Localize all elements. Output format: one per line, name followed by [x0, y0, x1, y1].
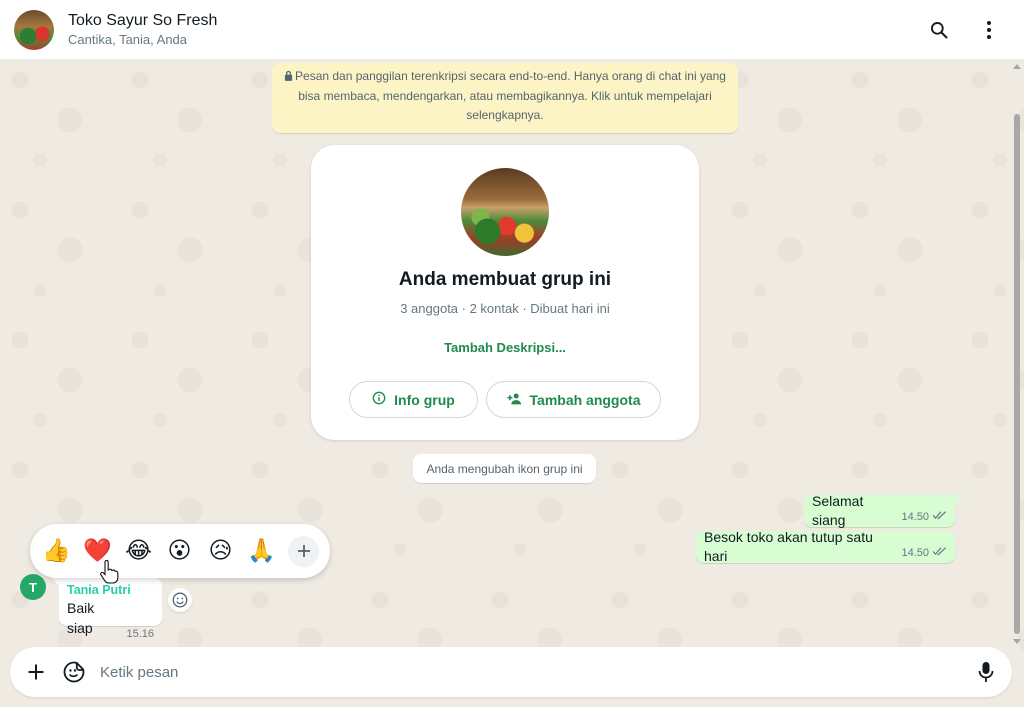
scrollbar[interactable]	[1012, 62, 1022, 646]
hand-cursor-icon	[98, 559, 120, 584]
more-reactions-button[interactable]	[288, 535, 319, 567]
search-icon[interactable]	[926, 17, 952, 43]
double-check-icon	[932, 546, 947, 559]
outgoing-message[interactable]: Besok toko akan tutup satu hari 14.50	[696, 529, 955, 564]
scroll-up-arrow-icon[interactable]	[1013, 64, 1021, 69]
card-title: Anda membuat grup ini	[398, 269, 612, 290]
incoming-message[interactable]: Tania Putri Baik siap 15.16	[52, 578, 162, 640]
group-members: Cantika, Tania, Anda	[68, 31, 188, 47]
group-photo[interactable]	[461, 168, 549, 256]
reaction-thumbs-up[interactable]: 👍	[40, 535, 73, 568]
attach-plus-icon[interactable]	[24, 660, 48, 684]
group-name[interactable]: Toko Sayur So Fresh	[68, 11, 217, 31]
message-meta: 14.50	[901, 546, 947, 559]
lock-icon	[284, 68, 293, 87]
plus-icon	[297, 545, 310, 557]
reaction-pray[interactable]: 🙏	[245, 535, 278, 568]
card-subtitle: 3 anggota · 2 kontak · Dibuat hari ini	[400, 301, 610, 316]
chat-header[interactable]: Toko Sayur So Fresh Cantika, Tania, Anda	[0, 0, 1024, 60]
message-time: 14.50	[901, 510, 929, 523]
message-row: Baik siap 15.16	[67, 598, 154, 640]
message-text: Besok toko akan tutup satu hari	[704, 529, 873, 564]
message-time: 15.16	[126, 628, 154, 640]
add-member-button[interactable]: Tambah anggota	[486, 381, 661, 418]
add-description-link[interactable]: Tambah Deskripsi...	[311, 340, 699, 355]
outgoing-message[interactable]: Selamat siang 14.50	[804, 493, 962, 528]
double-check-icon	[932, 510, 947, 523]
menu-dots-icon[interactable]	[976, 17, 1002, 43]
microphone-icon[interactable]	[974, 660, 998, 684]
sender-avatar[interactable]: T	[20, 574, 46, 600]
message-text: Baik siap	[67, 600, 95, 636]
message-time: 14.50	[901, 546, 929, 559]
info-icon	[372, 391, 386, 408]
add-person-icon	[506, 392, 522, 408]
message-input[interactable]	[100, 654, 974, 690]
header-actions	[926, 17, 1010, 43]
bubble-tail	[52, 578, 60, 587]
sender-name[interactable]: Tania Putri	[67, 582, 154, 598]
reaction-laughing[interactable]: 😂	[122, 535, 155, 568]
bubble-tail	[954, 495, 962, 504]
sticker-icon[interactable]	[62, 660, 86, 684]
message-meta: 14.50	[901, 510, 947, 523]
encryption-notice-text: Pesan dan panggilan terenkripsi secara e…	[295, 69, 726, 122]
encryption-notice[interactable]: Pesan dan panggilan terenkripsi secara e…	[272, 63, 738, 133]
scrollbar-thumb[interactable]	[1014, 114, 1020, 634]
react-smiley-icon[interactable]	[168, 588, 192, 612]
group-info-label: Info grup	[394, 391, 455, 408]
reaction-sad[interactable]: 😥	[204, 535, 237, 568]
scroll-down-arrow-icon[interactable]	[1013, 639, 1021, 644]
system-message: Anda mengubah ikon grup ini	[413, 454, 596, 483]
group-info-button[interactable]: Info grup	[349, 381, 478, 418]
reaction-surprised[interactable]: 😮	[163, 535, 196, 568]
message-composer	[10, 647, 1012, 697]
reaction-picker: 👍 ❤️ 😂 😮 😥 🙏	[30, 524, 330, 578]
group-info-card: Anda membuat grup ini 3 anggota · 2 kont…	[311, 145, 699, 440]
message-text: Selamat siang	[812, 493, 864, 528]
header-text[interactable]: Toko Sayur So Fresh Cantika, Tania, Anda	[68, 11, 217, 49]
add-member-label: Tambah anggota	[529, 391, 641, 408]
group-avatar[interactable]	[14, 9, 54, 50]
